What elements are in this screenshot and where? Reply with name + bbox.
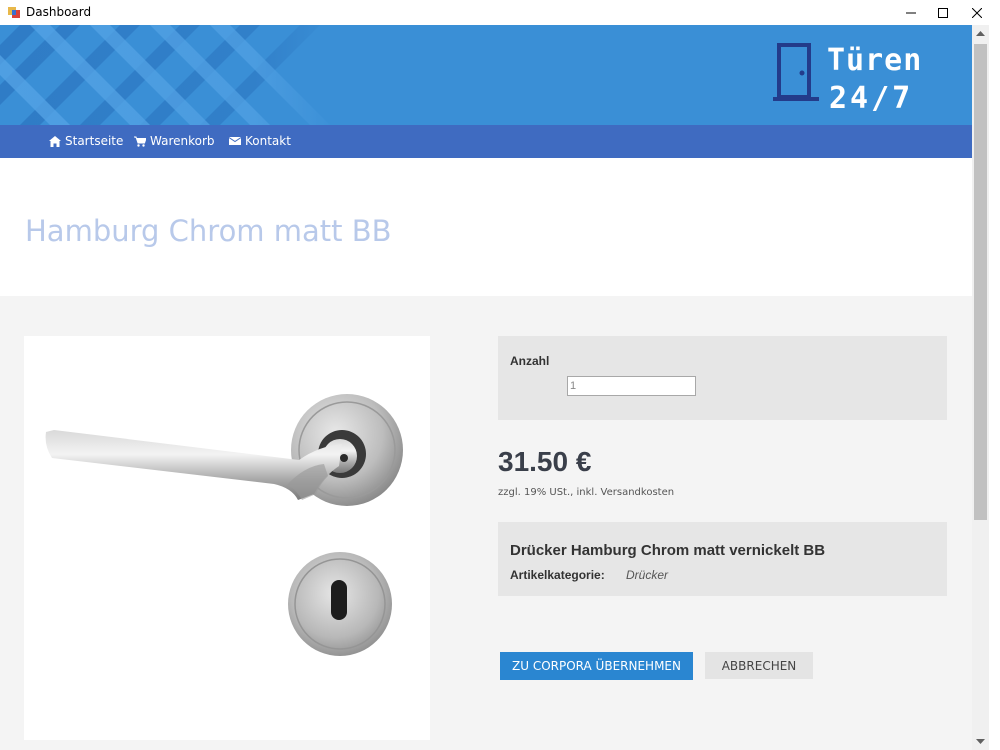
product-detail: Anzahl 31.50 € zzgl. 19% USt., inkl. Ver…: [0, 296, 972, 750]
header-banner: Türen 24/7: [0, 25, 972, 125]
quantity-label: Anzahl: [510, 354, 550, 368]
product-image: [24, 336, 430, 740]
nav-item-kontakt[interactable]: Kontakt: [229, 134, 291, 148]
nav-label: Kontakt: [245, 134, 291, 148]
window-edge: [989, 25, 1000, 750]
minimize-button[interactable]: [894, 0, 928, 25]
quantity-input[interactable]: [567, 376, 696, 396]
category-label: Artikelkategorie:: [510, 568, 605, 582]
scroll-down-arrow-icon[interactable]: [972, 733, 989, 750]
brand-logo[interactable]: Türen 24/7: [773, 41, 953, 125]
minimize-icon: [906, 12, 916, 13]
main-nav: Startseite Warenkorb Kontakt: [0, 125, 972, 158]
nav-label: Startseite: [65, 134, 124, 148]
add-to-corpora-button[interactable]: ZU CORPORA ÜBERNEHMEN: [500, 652, 693, 680]
nav-item-warenkorb[interactable]: Warenkorb: [134, 134, 215, 148]
title-section: Hamburg Chrom matt BB: [0, 158, 972, 296]
scrollbar-thumb[interactable]: [974, 44, 987, 520]
app-icon: [8, 7, 20, 18]
cancel-button[interactable]: ABBRECHEN: [705, 652, 813, 679]
window-titlebar: Dashboard: [0, 0, 1000, 25]
nav-label: Warenkorb: [150, 134, 215, 148]
home-icon: [49, 135, 61, 147]
product-name: Drücker Hamburg Chrom matt vernickelt BB: [510, 542, 826, 559]
quantity-panel: Anzahl: [498, 336, 947, 420]
product-price: 31.50 €: [498, 446, 592, 477]
close-icon: [972, 7, 982, 18]
cart-icon: [134, 136, 146, 147]
envelope-icon: [229, 137, 241, 145]
banner-pattern: [0, 25, 340, 125]
window-title: Dashboard: [26, 5, 92, 19]
price-note: zzgl. 19% USt., inkl. Versandkosten: [498, 487, 675, 498]
product-info-panel: Drücker Hamburg Chrom matt vernickelt BB…: [498, 522, 947, 596]
maximize-button[interactable]: [926, 0, 960, 25]
category-value: Drücker: [626, 568, 669, 582]
page-title: Hamburg Chrom matt BB: [25, 214, 392, 248]
close-button[interactable]: [960, 0, 994, 25]
door-icon: [773, 43, 819, 101]
nav-item-startseite[interactable]: Startseite: [49, 134, 123, 148]
brand-name: Türen: [827, 43, 923, 78]
door-handle-image: [45, 394, 403, 656]
brand-tagline: 24/7: [829, 81, 914, 116]
maximize-icon: [938, 7, 948, 18]
scroll-up-arrow-icon[interactable]: [972, 25, 989, 42]
vertical-scrollbar[interactable]: [972, 25, 989, 750]
